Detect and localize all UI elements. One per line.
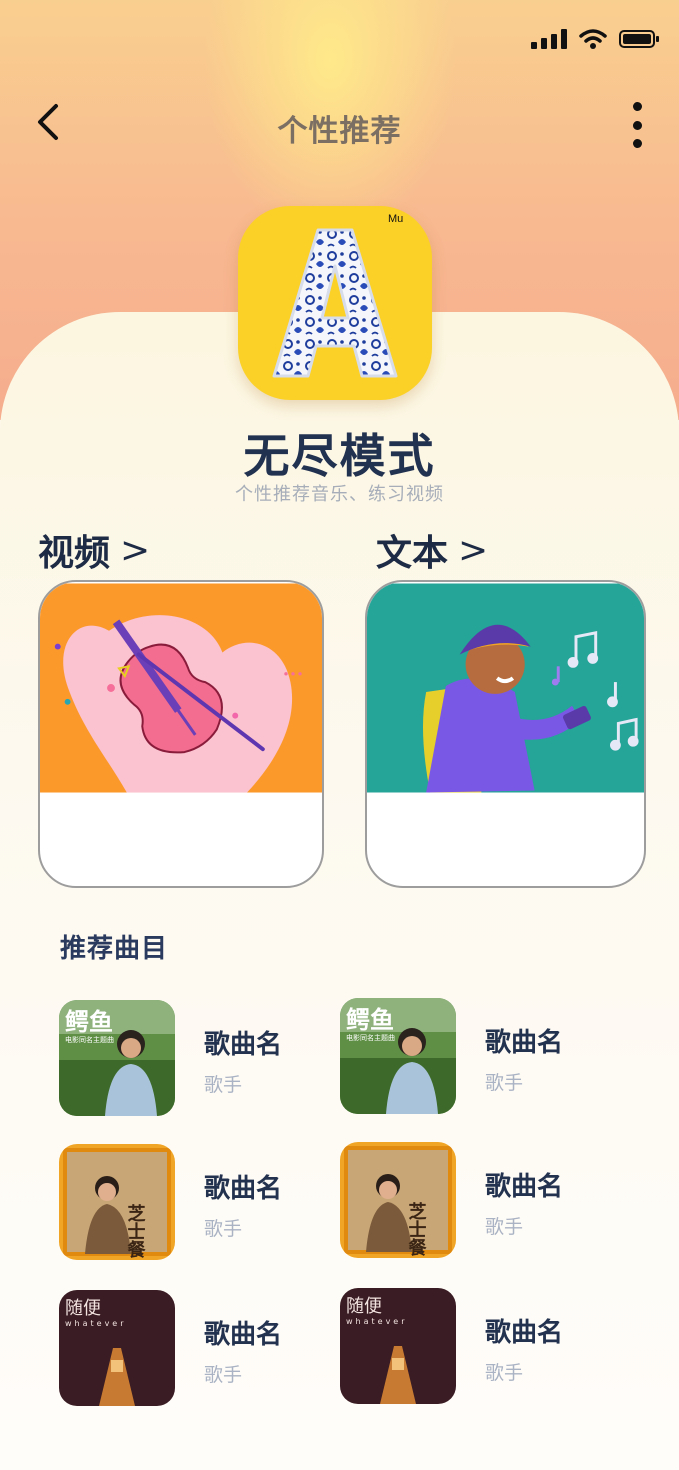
- song-artist: 歌手: [485, 1216, 524, 1238]
- mode-title: 无尽模式: [243, 429, 436, 483]
- song-name: 歌曲名: [485, 1318, 564, 1348]
- svg-text:whatever: whatever: [346, 1317, 408, 1326]
- album-cover: 芝士餐: [59, 1144, 175, 1260]
- album-cover: 随便 whatever: [340, 1288, 456, 1404]
- song-item[interactable]: 鳄鱼 电影同名主题曲 歌曲名 歌手: [59, 1000, 349, 1118]
- svg-text:鳄鱼: 鳄鱼: [346, 1006, 394, 1034]
- song-artist: 歌手: [485, 1362, 524, 1384]
- song-name: 歌曲名: [485, 1172, 564, 1202]
- svg-text:电影同名主题曲: 电影同名主题曲: [65, 1035, 114, 1044]
- text-section-label: 文本: [376, 533, 449, 574]
- song-name: 歌曲名: [485, 1028, 564, 1058]
- song-item[interactable]: 芝士餐 歌曲名 歌手: [340, 1142, 630, 1260]
- svg-text:whatever: whatever: [65, 1319, 127, 1328]
- song-artist: 歌手: [485, 1072, 524, 1094]
- endless-mode-app-icon: Mu: [238, 206, 432, 400]
- song-artist: 歌手: [204, 1364, 243, 1386]
- recommend-title: 推荐曲目: [60, 934, 169, 964]
- song-item[interactable]: 芝士餐 歌曲名 歌手: [59, 1144, 349, 1262]
- video-section-label: 视频: [38, 533, 111, 574]
- porcelain-letter-a-icon: Mu: [272, 213, 403, 378]
- chevron-right-icon: >: [458, 529, 489, 571]
- music-listener-illustration: [367, 583, 644, 793]
- svg-text:Mu: Mu: [388, 213, 403, 225]
- album-cover: 芝士餐: [340, 1142, 456, 1258]
- album-cover: 鳄鱼 电影同名主题曲: [59, 1000, 175, 1116]
- more-dot: [632, 102, 642, 111]
- svg-text:鳄鱼: 鳄鱼: [65, 1008, 113, 1036]
- status-bar: [531, 28, 659, 50]
- album-cover: 鳄鱼 电影同名主题曲: [340, 998, 456, 1114]
- chevron-right-icon: >: [120, 529, 151, 571]
- svg-text:电影同名主题曲: 电影同名主题曲: [346, 1033, 395, 1042]
- video-card[interactable]: •••: [38, 580, 324, 888]
- svg-text:随便: 随便: [65, 1298, 101, 1319]
- text-section-link[interactable]: 文本 >: [376, 524, 488, 576]
- battery-icon: [619, 30, 659, 48]
- song-artist: 歌手: [204, 1218, 243, 1240]
- text-card[interactable]: [365, 580, 646, 888]
- video-section-link[interactable]: 视频 >: [38, 524, 150, 576]
- song-name: 歌曲名: [204, 1174, 283, 1204]
- mode-subtitle: 个性推荐音乐、练习视频: [235, 484, 444, 505]
- svg-text:•••: •••: [283, 667, 304, 681]
- page-title: 个性推荐: [277, 114, 402, 149]
- song-name: 歌曲名: [204, 1030, 283, 1060]
- svg-text:芝士餐: 芝士餐: [406, 1201, 428, 1257]
- song-artist: 歌手: [204, 1074, 243, 1096]
- song-name: 歌曲名: [204, 1320, 283, 1350]
- more-dot: [632, 139, 642, 148]
- signal-icon: [531, 29, 567, 49]
- svg-text:随便: 随便: [346, 1296, 382, 1317]
- violin-illustration: •••: [40, 583, 322, 793]
- song-item[interactable]: 鳄鱼 电影同名主题曲 歌曲名 歌手: [340, 998, 630, 1116]
- svg-text:芝士餐: 芝士餐: [125, 1203, 147, 1259]
- song-item[interactable]: 随便 whatever 歌曲名 歌手: [340, 1288, 630, 1406]
- more-options-button[interactable]: [622, 102, 652, 148]
- song-item[interactable]: 随便 whatever 歌曲名 歌手: [59, 1290, 349, 1408]
- more-dot: [632, 120, 642, 130]
- album-cover: 随便 whatever: [59, 1290, 175, 1406]
- wifi-icon: [579, 29, 607, 49]
